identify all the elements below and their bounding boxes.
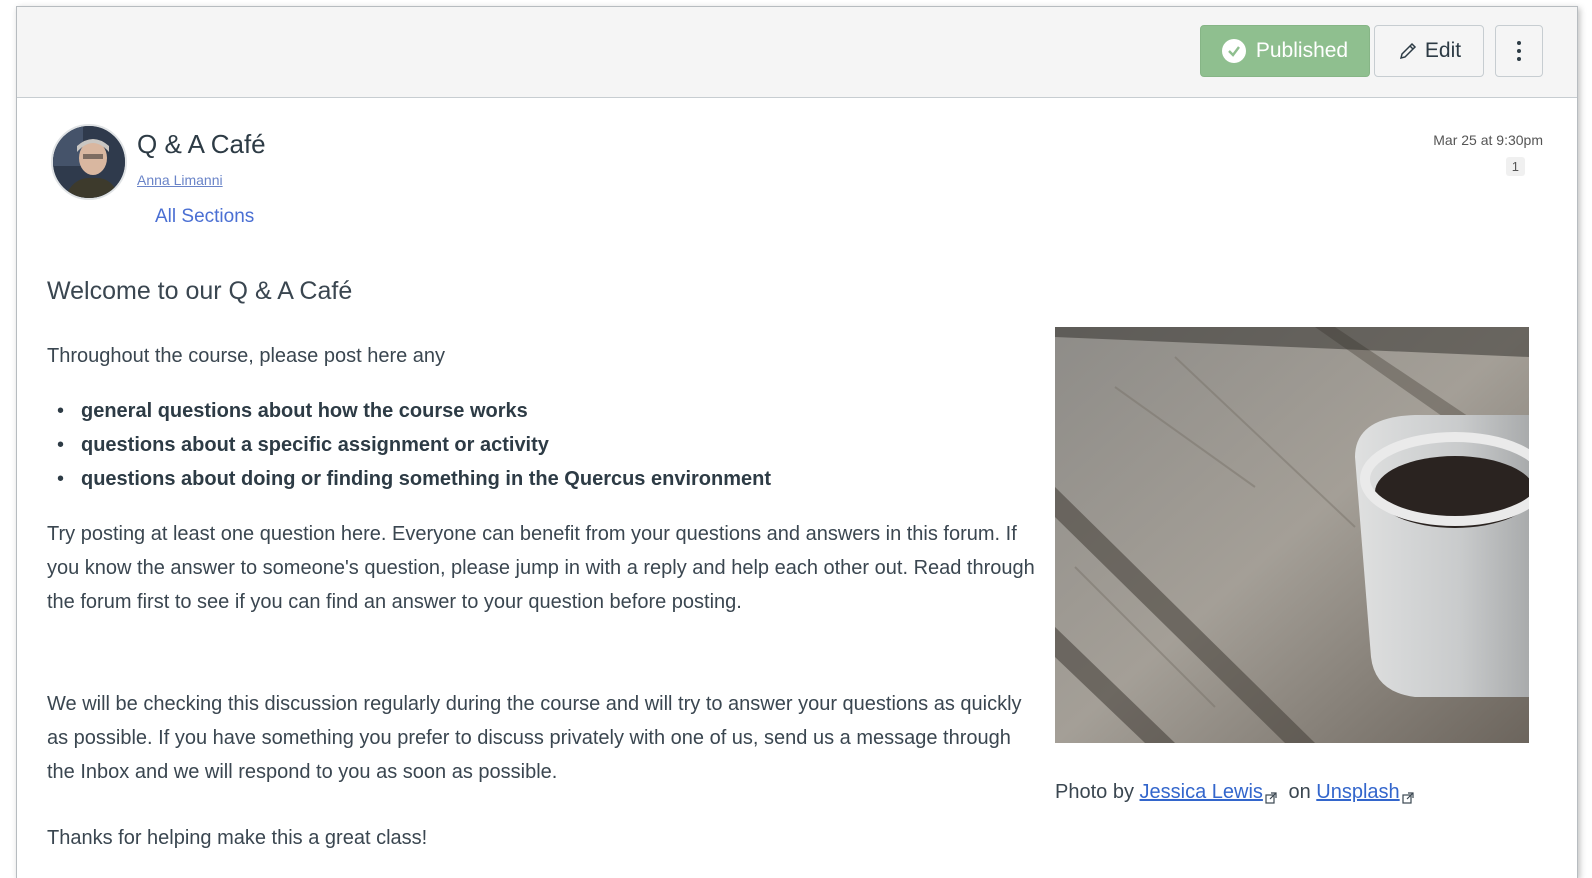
author-avatar[interactable] [51,124,127,200]
topic-list: general questions about how the course w… [47,394,771,496]
discussion-page: Published Edit Q & A Café Anna Limanni A… [16,6,1578,878]
reply-count-badge: 1 [1505,157,1525,176]
caption-prefix: Photo by [1055,781,1134,803]
discussion-title: Q & A Café [137,129,266,159]
external-link-icon [1402,787,1414,804]
paragraph-posting: Try posting at least one question here. … [47,523,1035,613]
pencil-icon [1397,40,1419,62]
check-icon [1221,39,1246,63]
discussion-toolbar: Published Edit [17,7,1577,98]
published-label: Published [1255,39,1349,62]
published-button[interactable]: Published [1200,25,1370,77]
edit-label: Edit [1424,39,1462,62]
sections-label: All Sections [155,206,255,227]
list-item: general questions about how the course w… [47,394,771,428]
list-item: questions about a specific assignment or… [47,428,771,462]
content-heading: Welcome to our Q & A Café [47,277,353,305]
more-options-button[interactable] [1495,25,1543,77]
paragraph-checking: We will be checking this discussion regu… [47,693,1022,783]
photographer-link[interactable]: Jessica Lewis [1140,781,1263,803]
edit-button[interactable]: Edit [1374,25,1484,77]
kebab-icon [1517,41,1521,61]
post-date: Mar 25 at 9:30pm [1433,132,1543,148]
list-item: questions about doing or finding somethi… [47,462,771,496]
coffee-photo [1055,327,1529,743]
external-link-icon [1265,787,1277,804]
unsplash-link[interactable]: Unsplash [1316,781,1399,803]
author-link[interactable]: Anna Limanni [137,172,223,188]
photo-caption: Photo by Jessica Lewis on Unsplash [1055,781,1420,804]
caption-mid: on [1288,781,1311,803]
paragraph-thanks: Thanks for helping make this a great cla… [47,827,428,849]
intro-text: Throughout the course, please post here … [47,345,446,367]
